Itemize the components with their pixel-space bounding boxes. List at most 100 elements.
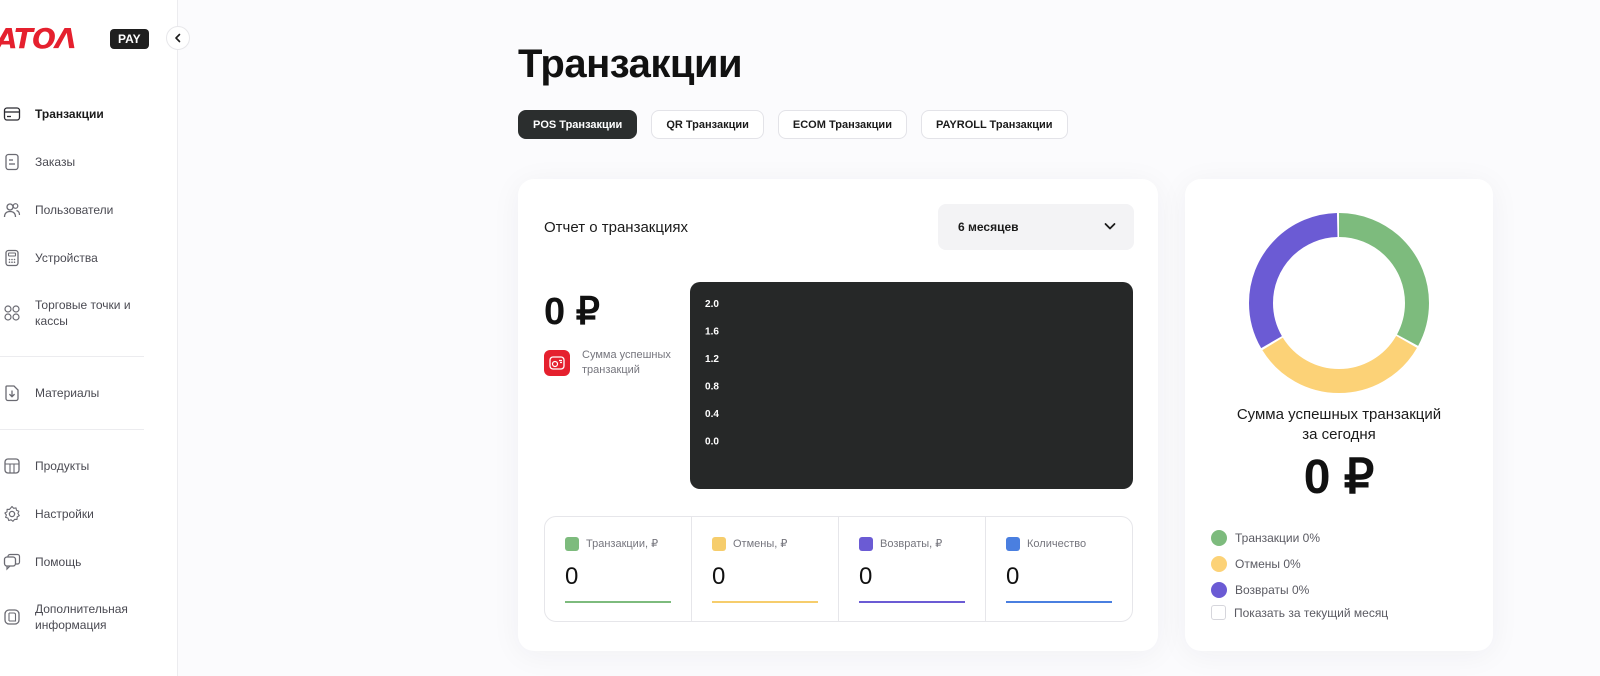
y-tick-label: 1.2 [705,354,719,365]
current-month-label: Показать за текущий месяц [1234,605,1389,620]
tab-qr[interactable]: QR Транзакции [651,110,764,139]
product-icon [4,458,20,474]
y-tick-label: 0.4 [705,409,719,420]
stat-cancellations: Отмены, ₽ 0 [692,517,839,621]
y-tick-label: 0.0 [705,437,719,448]
today-sum-value: 0 ₽ [1303,451,1375,504]
sidebar-item-additional-info[interactable]: Дополнительная информация [0,586,178,648]
collapse-sidebar-button[interactable] [166,26,190,50]
stat-label: Возвраты, ₽ [880,538,943,550]
sidebar-item-label: Помощь [35,555,82,569]
sidebar-divider [0,429,144,430]
stat-value: 0 [859,563,873,590]
stat-value: 0 [712,563,726,590]
current-month-checkbox[interactable] [1211,605,1226,620]
donut-caption-line2: за сегодня [1302,426,1376,443]
legend-item-cancellations: Отмены 0% [1211,551,1320,577]
sidebar-item-label: Настройки [35,507,94,521]
sidebar-nav: Транзакции Заказы Пользователи Устройств… [0,90,178,648]
total-sum-label: Сумма успешных транзакций [582,349,671,376]
page-title: Транзакции [518,42,743,86]
sidebar-item-label: Продукты [35,459,90,473]
chevron-left-icon [175,33,181,43]
report-title: Отчет о транзакциях [544,219,688,236]
y-tick-label: 0.8 [705,382,719,393]
donut-caption-line1: Сумма успешных транзакций [1236,406,1442,423]
y-tick-label: 1.6 [705,327,719,338]
legend-dot [1211,530,1227,546]
sidebar-item-help[interactable]: Помощь [0,538,178,586]
download-icon [5,385,19,402]
calculator-icon [5,249,19,267]
chevron-down-icon [1104,223,1116,230]
chart-icon [859,537,873,551]
grid-icon [1006,537,1020,551]
donut-chart [1249,213,1429,393]
stat-label: Отмены, ₽ [733,538,788,550]
pay-badge: PAY [110,29,149,49]
legend-item-transactions: Транзакции 0% [1211,525,1320,551]
stat-value: 0 [565,563,579,590]
transaction-tabs: POS Транзакции QR Транзакции ECOM Транза… [518,110,1068,139]
store-icon [4,305,20,321]
transactions-report-card: Отчет о транзакциях 6 месяцев 0 ₽ Сумма … [518,179,1158,651]
sidebar-divider [0,356,144,357]
sidebar-item-label: Дополнительная информация [35,602,128,632]
stats-row: Транзакции, ₽ 0 Отмены, ₽ 0 Возвраты, ₽ … [544,516,1133,622]
sidebar-item-label: Пользователи [35,203,114,217]
donut-legend: Транзакции 0% Отмены 0% Возвраты 0% [1211,525,1320,603]
stat-refunds: Возвраты, ₽ 0 [839,517,986,621]
sidebar-item-products[interactable]: Продукты [0,442,178,490]
sidebar: ATOΛ PAY Транзакции Заказы Пользователи … [0,0,190,676]
sidebar-item-stores[interactable]: Торговые точки и кассы [0,282,178,344]
chart-icon [565,537,579,551]
sidebar-item-materials[interactable]: Материалы [0,369,178,417]
sidebar-item-users[interactable]: Пользователи [0,186,178,234]
document-icon [5,153,19,171]
tab-pos[interactable]: POS Транзакции [518,110,638,139]
sidebar-item-label: Транзакции [35,107,104,121]
chat-icon [3,553,21,571]
legend-label: Отмены 0% [1235,557,1301,571]
transactions-chart: 2.0 1.6 1.2 0.8 0.4 0.0 [690,282,1133,489]
stat-value: 0 [1006,563,1020,590]
logo-row: ATOΛ PAY [0,24,190,54]
card-icon [3,107,21,121]
gear-icon [4,505,20,522]
users-icon [3,203,21,218]
sidebar-item-label: Устройства [35,251,98,265]
sidebar-item-label: Материалы [35,386,100,400]
legend-label: Транзакции 0% [1235,531,1321,545]
sidebar-item-label: Торговые точки и кассы [35,298,131,328]
stat-underline [1006,601,1112,603]
stat-underline [859,601,965,603]
donut-caption: Сумма успешных транзакций за сегодня [1185,405,1493,445]
book-icon [4,609,20,625]
sidebar-item-orders[interactable]: Заказы [0,138,178,186]
legend-item-refunds: Возвраты 0% [1211,577,1320,603]
period-select-value: 6 месяцев [958,220,1019,234]
sidebar-item-devices[interactable]: Устройства [0,234,178,282]
sidebar-item-settings[interactable]: Настройки [0,490,178,538]
y-tick-label: 2.0 [705,299,719,310]
sidebar-item-label: Заказы [35,155,76,169]
period-select[interactable]: 6 месяцев [938,204,1134,250]
atol-logo[interactable]: ATOΛ [0,24,77,54]
stat-transactions: Транзакции, ₽ 0 [545,517,692,621]
tab-payroll[interactable]: PAYROLL Транзакции [920,110,1068,139]
coins-icon [544,350,570,376]
stat-underline [565,601,671,603]
today-summary-card: Сумма успешных транзакций за сегодня 0 ₽… [1185,179,1493,651]
total-sum-value: 0 ₽ [544,291,600,333]
chart-svg: 2.0 1.6 1.2 0.8 0.4 0.0 [705,299,719,448]
legend-dot [1211,582,1227,598]
legend-dot [1211,556,1227,572]
sidebar-item-transactions[interactable]: Транзакции [0,90,178,138]
current-month-toggle[interactable]: Показать за текущий месяц [1211,605,1388,620]
chart-icon [712,537,726,551]
stat-label: Транзакции, ₽ [586,538,659,550]
stat-underline [712,601,818,603]
legend-label: Возвраты 0% [1235,583,1310,597]
tab-ecom[interactable]: ECOM Транзакции [777,110,907,139]
stat-label: Количество [1027,538,1087,550]
